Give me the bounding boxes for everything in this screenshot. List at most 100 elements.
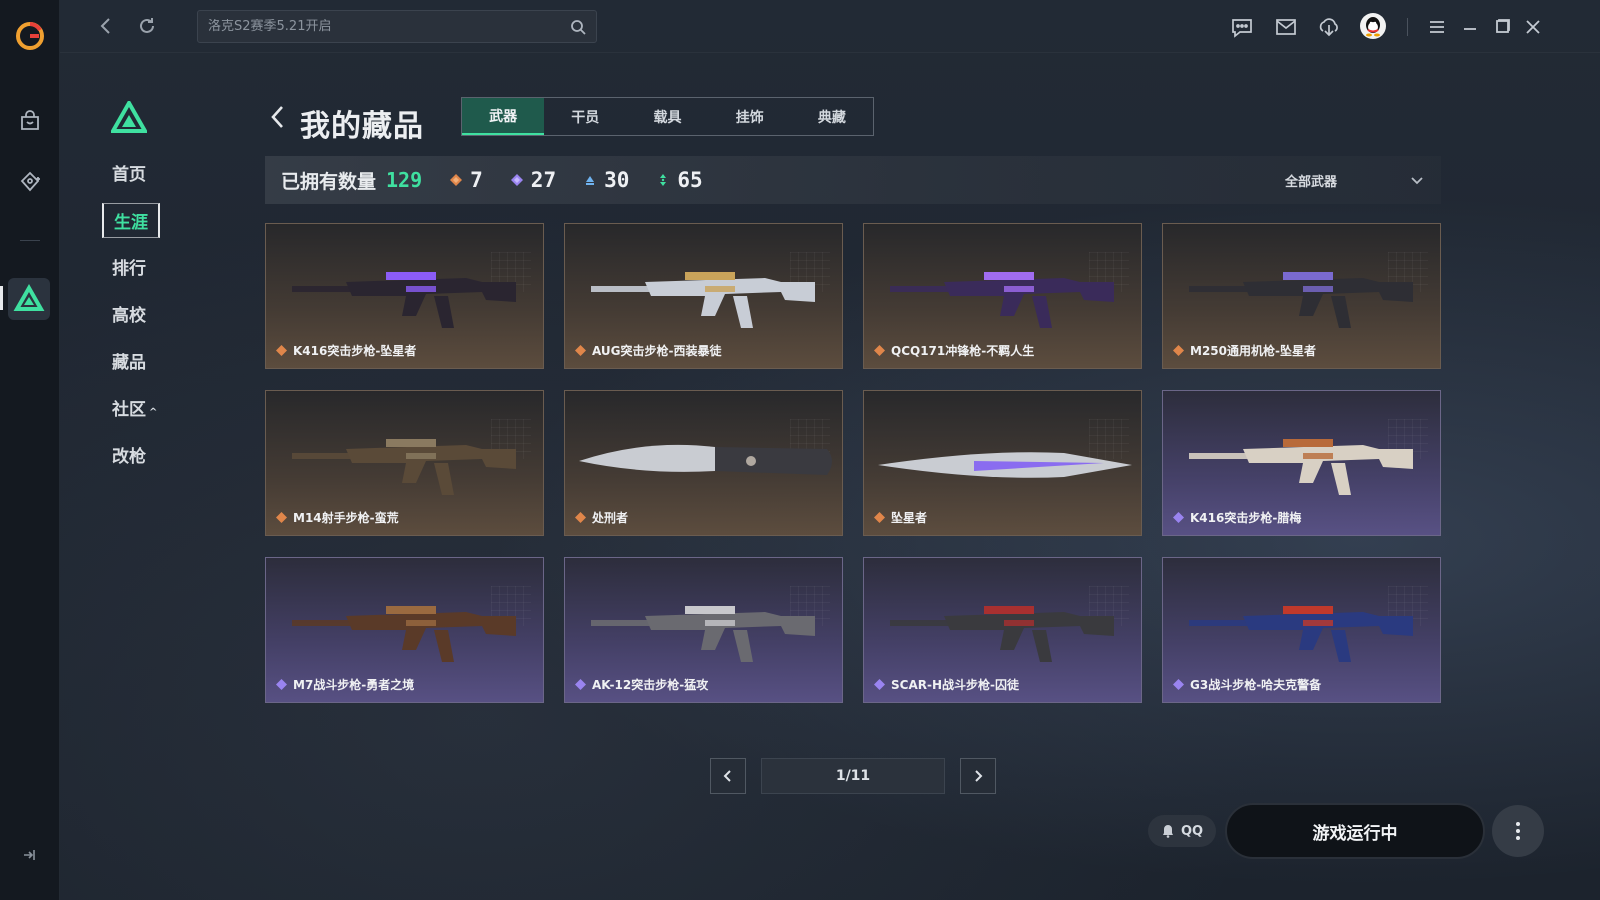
search-icon[interactable] [570, 19, 586, 35]
page-title: 我的藏品 [300, 109, 424, 144]
collection-card[interactable]: AUG突击步枪-西装暴徒 [564, 223, 843, 369]
rarity-count-value: 7 [470, 168, 483, 192]
card-title: M7战斗步枪-勇者之境 [276, 676, 414, 693]
delta-force-logo-icon[interactable] [111, 101, 147, 133]
sidebar-item-gunsmith[interactable]: 改枪 [112, 442, 146, 467]
collection-card[interactable]: SCAR-H战斗步枪-囚徒 [863, 557, 1142, 703]
next-page-button[interactable] [960, 758, 996, 794]
rail-game-delta-force[interactable] [8, 278, 50, 320]
app-rail [0, 0, 60, 900]
weapon-art-icon [292, 272, 516, 328]
collection-card[interactable]: M250通用机枪-坠星者 [1162, 223, 1441, 369]
mail-icon[interactable] [1274, 15, 1298, 39]
more-options-button[interactable] [1492, 805, 1544, 857]
item-name: M14射手步枪-蛮荒 [293, 511, 399, 525]
card-title: K416突击步枪-腊梅 [1173, 509, 1301, 526]
item-name: G3战斗步枪-哈夫克警备 [1190, 678, 1322, 692]
item-name: M7战斗步枪-勇者之境 [293, 678, 415, 692]
card-title: AK-12突击步枪-猛攻 [575, 676, 708, 693]
maximize-icon[interactable] [1490, 15, 1514, 39]
item-name: QCQ171冲锋枪-不羁人生 [891, 344, 1035, 358]
category-tabs: 武器 干员 载具 挂饰 典藏 [461, 97, 874, 136]
sidebar-item-community[interactable]: 社区 ^ [112, 395, 157, 420]
card-title: AUG突击步枪-西装暴徒 [575, 342, 722, 359]
collection-card[interactable]: G3战斗步枪-哈夫克警备 [1162, 557, 1441, 703]
menu-icon[interactable] [1425, 15, 1449, 39]
rail-divider [20, 240, 40, 241]
item-name: 处刑者 [592, 511, 629, 525]
orange-rarity-gem-icon [575, 345, 586, 356]
orange-rarity-gem-icon [450, 174, 463, 186]
tab-collection[interactable]: 典藏 [791, 98, 873, 135]
tab-weapons[interactable]: 武器 [462, 98, 545, 135]
game-tag-icon[interactable] [18, 170, 42, 194]
qq-button[interactable]: QQ [1148, 815, 1216, 847]
card-title: M14射手步枪-蛮荒 [276, 509, 399, 526]
chevron-down-icon [1411, 177, 1423, 185]
item-name: SCAR-H战斗步枪-囚徒 [891, 678, 1019, 692]
rarity-count-orange: 7 [450, 168, 483, 192]
tab-operators[interactable]: 干员 [544, 98, 626, 135]
orange-rarity-gem-icon [276, 512, 287, 523]
owned-stats-bar: 已拥有数量 129 7 27 30 65 全部武器 [265, 156, 1441, 204]
weapon-art-icon [591, 606, 815, 662]
card-title: 处刑者 [575, 509, 628, 526]
collapse-sidebar-icon[interactable] [20, 846, 38, 864]
collection-card[interactable]: 坠星者 [863, 390, 1142, 536]
purple-rarity-gem-icon [510, 174, 523, 186]
app-logo-icon[interactable] [14, 20, 46, 52]
back-icon[interactable] [95, 15, 117, 37]
orange-rarity-gem-icon [1173, 345, 1184, 356]
sidebar-item-home[interactable]: 首页 [112, 160, 146, 185]
weapon-filter-dropdown[interactable]: 全部武器 [1285, 156, 1425, 204]
collection-card[interactable]: 处刑者 [564, 390, 843, 536]
knife-art-icon [579, 444, 832, 475]
prev-page-button[interactable] [710, 758, 746, 794]
page-indicator: 1/11 [761, 758, 945, 794]
download-icon[interactable] [1317, 15, 1341, 39]
collection-card[interactable]: K416突击步枪-坠星者 [265, 223, 544, 369]
sidebar-item-collection[interactable]: 藏品 [112, 348, 146, 373]
purple-rarity-gem-icon [1173, 512, 1184, 523]
delta-triangle-icon [13, 283, 45, 311]
rail-active-indicator [0, 286, 3, 310]
sidebar-item-college[interactable]: 高校 [112, 301, 146, 326]
weapon-art-icon [890, 606, 1114, 662]
weapon-art-icon [292, 606, 516, 662]
game-running-button[interactable]: 游戏运行中 [1225, 803, 1485, 859]
sidebar-item-community-label: 社区 [112, 400, 146, 420]
chevron-right-icon [975, 770, 983, 782]
purple-rarity-gem-icon [575, 679, 586, 690]
blade-art-icon [878, 452, 1132, 478]
green-rarity-gem-icon [660, 174, 667, 186]
store-bag-icon[interactable] [18, 109, 42, 133]
rarity-count-value: 27 [530, 168, 557, 192]
chat-icon[interactable] [1230, 15, 1254, 39]
refresh-icon[interactable] [136, 15, 158, 37]
card-title: SCAR-H战斗步枪-囚徒 [874, 676, 1019, 693]
collection-card[interactable]: QCQ171冲锋枪-不羁人生 [863, 223, 1142, 369]
tab-vehicles[interactable]: 载具 [626, 98, 708, 135]
item-name: AUG突击步枪-西装暴徒 [592, 344, 722, 358]
owned-count-label: 已拥有数量 [281, 170, 377, 193]
tab-charms[interactable]: 挂饰 [709, 98, 791, 135]
collection-card[interactable]: AK-12突击步枪-猛攻 [564, 557, 843, 703]
item-name: K416突击步枪-坠星者 [293, 344, 417, 358]
card-title: QCQ171冲锋枪-不羁人生 [874, 342, 1034, 359]
sidebar-item-ranking[interactable]: 排行 [112, 254, 146, 279]
page-back-icon[interactable] [268, 104, 288, 130]
more-vertical-icon [1516, 822, 1520, 840]
search-box[interactable] [197, 10, 597, 43]
blue-rarity-gem-icon [586, 176, 595, 185]
collection-card[interactable]: M7战斗步枪-勇者之境 [265, 557, 544, 703]
item-name: 坠星者 [891, 511, 928, 525]
qq-avatar-icon[interactable] [1360, 13, 1386, 39]
search-input[interactable] [208, 19, 570, 34]
collection-card[interactable]: K416突击步枪-腊梅 [1162, 390, 1441, 536]
card-title: K416突击步枪-坠星者 [276, 342, 416, 359]
close-icon[interactable] [1521, 15, 1545, 39]
collection-card[interactable]: M14射手步枪-蛮荒 [265, 390, 544, 536]
sidebar-item-career[interactable]: 生涯 [102, 203, 160, 238]
item-name: M250通用机枪-坠星者 [1190, 344, 1316, 358]
minimize-icon[interactable] [1458, 15, 1482, 39]
